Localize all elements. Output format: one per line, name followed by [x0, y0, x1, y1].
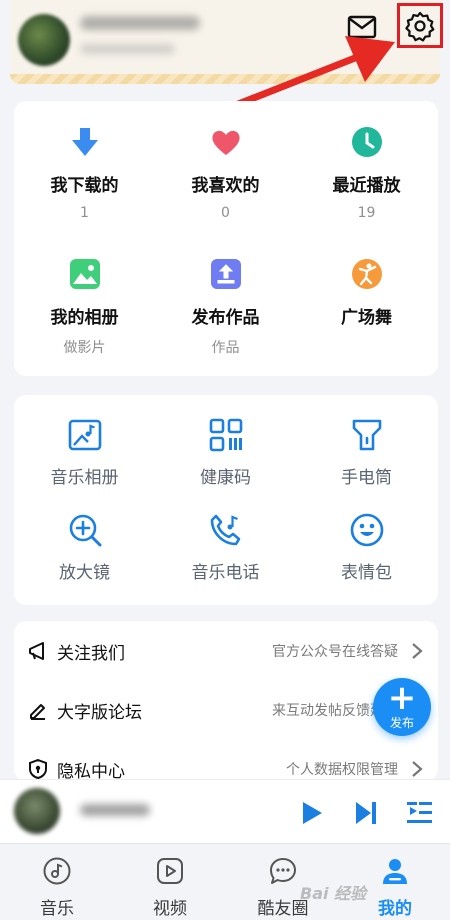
next-track-icon	[356, 802, 376, 824]
tab-label: 视频	[153, 899, 187, 919]
tool-label: 表情包	[341, 563, 392, 583]
tool-label: 健康码	[200, 468, 251, 488]
grid-item-sub: 做影片	[63, 340, 106, 356]
music-album-icon	[67, 417, 103, 453]
video-play-icon	[155, 856, 185, 886]
grid-item-count: 0	[221, 205, 230, 221]
gear-icon	[405, 11, 435, 41]
tool-stickers[interactable]: 表情包	[296, 512, 437, 583]
grid-item-favorites[interactable]: 我喜欢的 0	[155, 126, 296, 221]
menu-item-title: 隐私中心	[57, 761, 125, 782]
playlist-button[interactable]	[406, 799, 434, 827]
mini-player[interactable]	[0, 779, 450, 843]
menu-item-title: 大字版论坛	[57, 702, 142, 723]
tool-label: 音乐电话	[191, 563, 260, 583]
tab-video[interactable]: 视频	[125, 856, 215, 919]
photo-icon	[69, 258, 101, 290]
chevron-right-icon	[412, 643, 423, 659]
username-blurred	[80, 16, 200, 30]
user-subtitle-blurred	[80, 44, 175, 54]
grid-item-label: 我的相册	[50, 308, 119, 328]
tool-flashlight[interactable]: 手电筒	[296, 417, 437, 488]
next-track-button[interactable]	[352, 799, 380, 827]
track-title-blurred	[80, 804, 150, 816]
mail-icon	[347, 15, 377, 39]
tool-label: 手电筒	[341, 468, 392, 488]
grid-item-label: 最近播放	[332, 176, 401, 196]
menu-item-desc: 个人数据权限管理	[286, 762, 398, 778]
tab-label: 音乐	[40, 899, 74, 919]
magnifier-icon	[67, 512, 103, 548]
tools-card: 音乐相册 健康码 手电筒 放大镜 音乐电话 表情包	[14, 395, 438, 605]
play-icon	[303, 802, 322, 824]
user-icon	[380, 856, 410, 886]
tab-label: 酷友圈	[257, 899, 309, 919]
grid-item-sub: 作品	[211, 340, 240, 356]
play-button[interactable]	[298, 799, 326, 827]
grid-item-label: 发布作品	[191, 308, 260, 328]
grid-item-count: 19	[357, 205, 376, 221]
qr-code-icon	[208, 417, 244, 453]
grid-item-square-dance[interactable]: 广场舞	[296, 258, 437, 328]
plus-icon: +	[387, 677, 417, 718]
grid-item-publish[interactable]: 发布作品 作品	[155, 258, 296, 357]
grid-item-downloads[interactable]: 我下载的 1	[14, 126, 155, 221]
menu-item-follow-us[interactable]: 关注我们 官方公众号在线答疑	[14, 631, 438, 671]
track-cover[interactable]	[14, 788, 60, 834]
tab-friends-circle[interactable]: 酷友圈	[238, 856, 328, 919]
pen-icon	[27, 699, 49, 721]
dancer-icon	[351, 258, 383, 290]
publish-fab[interactable]: + 发布	[373, 678, 431, 736]
avatar[interactable]	[18, 14, 70, 66]
flashlight-icon	[349, 417, 385, 453]
menu-item-desc: 官方公众号在线答疑	[272, 644, 398, 660]
grid-item-label: 我喜欢的	[191, 176, 260, 196]
upload-icon	[210, 258, 242, 290]
music-note-icon	[42, 856, 72, 886]
grid-item-label: 广场舞	[341, 308, 392, 328]
tool-label: 放大镜	[59, 563, 110, 583]
tool-health-code[interactable]: 健康码	[155, 417, 296, 488]
chat-bubble-icon	[268, 856, 298, 886]
shield-icon	[27, 758, 49, 780]
download-arrow-icon	[69, 126, 101, 158]
clock-icon	[351, 126, 383, 158]
chevron-right-icon	[412, 761, 423, 777]
profile-header	[0, 0, 450, 92]
tool-magnifier[interactable]: 放大镜	[14, 512, 155, 583]
tab-music[interactable]: 音乐	[12, 856, 102, 919]
smiley-icon	[349, 512, 385, 548]
grid-item-album[interactable]: 我的相册 做影片	[14, 258, 155, 357]
publish-fab-label: 发布	[389, 715, 414, 730]
tab-mine[interactable]: 我的	[350, 856, 440, 919]
settings-button[interactable]	[397, 3, 443, 48]
phone-music-icon	[208, 512, 244, 548]
grid-item-count: 1	[80, 205, 89, 221]
megaphone-icon	[27, 640, 49, 662]
menu-item-title: 关注我们	[57, 643, 125, 664]
tool-music-phone[interactable]: 音乐电话	[155, 512, 296, 583]
grid-item-recent[interactable]: 最近播放 19	[296, 126, 437, 221]
tool-label: 音乐相册	[50, 468, 119, 488]
bottom-tab-bar: 音乐 视频 酷友圈 我的	[0, 843, 450, 920]
heart-icon	[210, 126, 242, 158]
quick-access-card: 我下载的 1 我喜欢的 0 最近播放 19 我的相册 做影片 发布作品 作品 广…	[14, 101, 438, 376]
grid-item-label: 我下载的	[50, 176, 119, 196]
tab-label: 我的	[378, 899, 412, 919]
mail-button[interactable]	[345, 12, 379, 42]
tool-music-album[interactable]: 音乐相册	[14, 417, 155, 488]
playlist-icon	[407, 802, 432, 823]
